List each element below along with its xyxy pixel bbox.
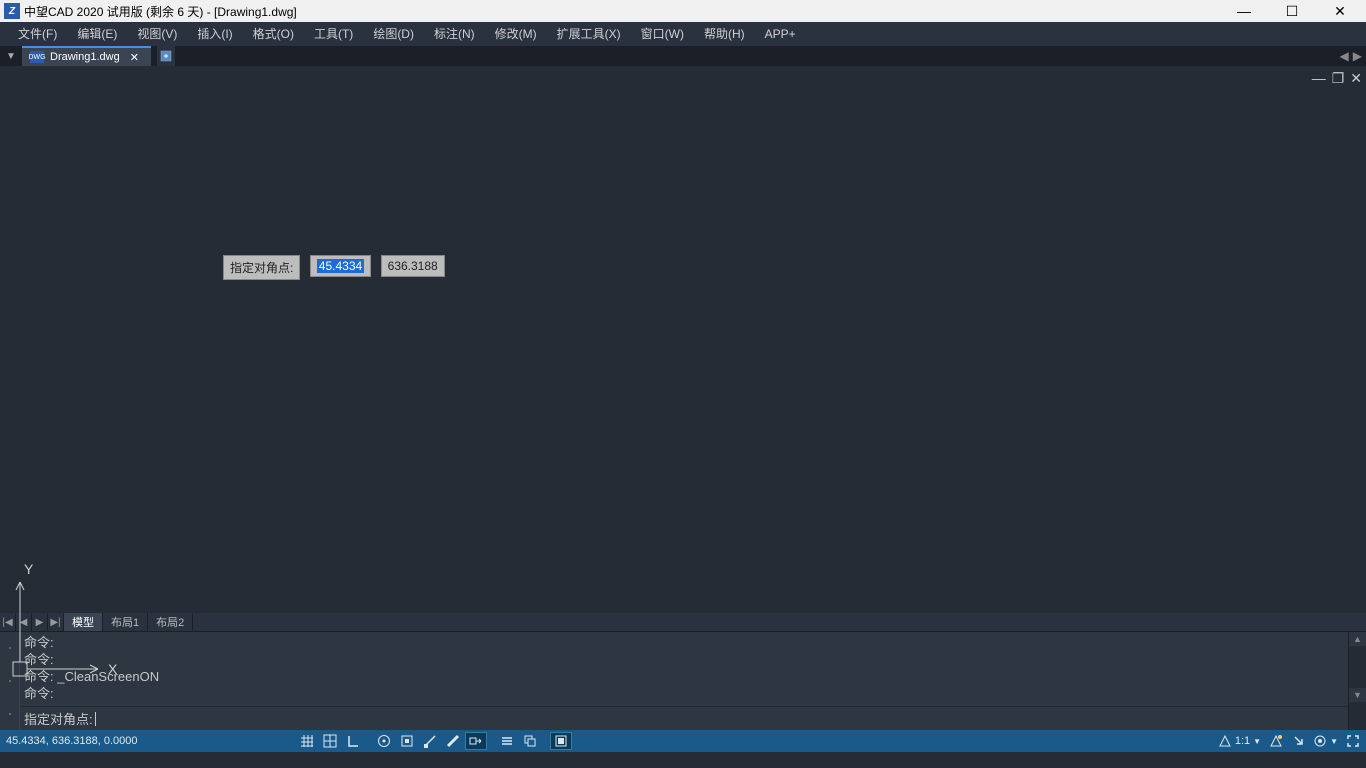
- menubar: 文件(F) 编辑(E) 视图(V) 插入(I) 格式(O) 工具(T) 绘图(D…: [0, 22, 1366, 46]
- annotation-icon: [1218, 734, 1232, 748]
- command-drag-handle[interactable]: [0, 632, 20, 730]
- properties-toggle[interactable]: [496, 732, 518, 750]
- command-scrollbar[interactable]: ▲ ▼: [1348, 632, 1366, 730]
- tab-menu-caret[interactable]: ▼: [0, 46, 22, 66]
- statusbar: 45.4334, 636.3188, 0.0000: [0, 730, 1366, 752]
- layout-nav: |◀ ◀ ▶ ▶|: [0, 613, 64, 631]
- menu-file[interactable]: 文件(F): [8, 22, 67, 46]
- polar-toggle[interactable]: [373, 732, 395, 750]
- fullscreen-icon: [1346, 734, 1360, 748]
- layout-last-button[interactable]: ▶|: [48, 613, 64, 631]
- model-toggle[interactable]: [550, 732, 572, 750]
- dynamic-input-y[interactable]: 636.3188: [381, 255, 445, 277]
- tab-scroll-right-icon[interactable]: ▶: [1353, 49, 1362, 63]
- menu-insert[interactable]: 插入(I): [187, 22, 242, 46]
- snap-toggle[interactable]: [296, 732, 318, 750]
- text-cursor: [95, 712, 96, 726]
- tabbar-right-controls: ◀ ▶: [1340, 46, 1366, 66]
- status-coordinates[interactable]: 45.4334, 636.3188, 0.0000: [6, 735, 186, 747]
- tab-scroll-left-icon[interactable]: ◀: [1340, 49, 1349, 63]
- layout-next-button[interactable]: ▶: [32, 613, 48, 631]
- layout-prev-button[interactable]: ◀: [16, 613, 32, 631]
- menu-view[interactable]: 视图(V): [127, 22, 187, 46]
- clean-screen-toggle[interactable]: [1346, 734, 1360, 748]
- minimize-button[interactable]: —: [1230, 3, 1258, 20]
- document-tab-label: Drawing1.dwg: [50, 51, 120, 63]
- dynamic-input-tooltip: 指定对角点: 45.4334 636.3188: [223, 255, 445, 280]
- mdi-close-button[interactable]: ✕: [1350, 70, 1362, 87]
- close-button[interactable]: ✕: [1326, 3, 1354, 20]
- app-icon: Z: [4, 3, 20, 19]
- menu-draw[interactable]: 绘图(D): [363, 22, 424, 46]
- grid-toggle[interactable]: [319, 732, 341, 750]
- drawing-canvas[interactable]: — ❐ ✕ 指定对角点: 45.4334 636.3188 X Y: [0, 66, 1366, 613]
- gear-icon: [1313, 734, 1327, 748]
- annotation-visibility-toggle[interactable]: [1269, 734, 1283, 748]
- tab-close-button[interactable]: ✕: [126, 51, 143, 64]
- command-history[interactable]: 命令: 命令: 命令: _CleanScreenON 命令:: [20, 632, 1348, 706]
- annotation-autoscale-toggle[interactable]: [1291, 734, 1305, 748]
- otrack-toggle[interactable]: [419, 732, 441, 750]
- layout-tab-layout1[interactable]: 布局1: [103, 613, 148, 631]
- command-area: 命令: 命令: 命令: _CleanScreenON 命令: 指定对角点: ▲ …: [0, 631, 1366, 730]
- mdi-minimize-button[interactable]: —: [1312, 70, 1326, 87]
- new-tab-button[interactable]: [157, 46, 175, 66]
- menu-appplus[interactable]: APP+: [755, 22, 806, 46]
- menu-help[interactable]: 帮助(H): [694, 22, 755, 46]
- lineweight-toggle[interactable]: [442, 732, 464, 750]
- menu-dimension[interactable]: 标注(N): [424, 22, 485, 46]
- chevron-down-icon: ▼: [1253, 737, 1261, 746]
- mdi-window-controls: — ❐ ✕: [1312, 70, 1362, 87]
- layout-first-button[interactable]: |◀: [0, 613, 16, 631]
- menu-window[interactable]: 窗口(W): [631, 22, 694, 46]
- menu-edit[interactable]: 编辑(E): [67, 22, 127, 46]
- scale-label: 1:1: [1235, 735, 1250, 747]
- dyn-input-toggle[interactable]: [465, 732, 487, 750]
- ucs-y-label: Y: [24, 562, 34, 577]
- scroll-up-button[interactable]: ▲: [1349, 632, 1366, 646]
- menu-express[interactable]: 扩展工具(X): [547, 22, 631, 46]
- mdi-restore-button[interactable]: ❐: [1332, 70, 1345, 87]
- layout-tabbar: |◀ ◀ ▶ ▶| 模型 布局1 布局2: [0, 613, 1366, 631]
- dynamic-input-x[interactable]: 45.4334: [310, 255, 371, 277]
- dynamic-input-label: 指定对角点:: [223, 255, 300, 280]
- layout-tab-layout2[interactable]: 布局2: [148, 613, 193, 631]
- menu-modify[interactable]: 修改(M): [485, 22, 547, 46]
- document-tabbar: ▼ DWG Drawing1.dwg ✕ ◀ ▶: [0, 46, 1366, 66]
- scroll-down-button[interactable]: ▼: [1349, 688, 1366, 702]
- menu-tools[interactable]: 工具(T): [304, 22, 363, 46]
- menu-format[interactable]: 格式(O): [243, 22, 304, 46]
- maximize-button[interactable]: ☐: [1278, 3, 1306, 20]
- layout-tab-model[interactable]: 模型: [64, 613, 103, 631]
- status-right-group: 1:1 ▼ ▼: [1218, 734, 1360, 748]
- workspace-switch[interactable]: ▼: [1313, 734, 1338, 748]
- dwg-file-icon: DWG: [30, 51, 44, 63]
- osnap-toggle[interactable]: [396, 732, 418, 750]
- chevron-down-icon: ▼: [1330, 737, 1338, 746]
- command-body: 命令: 命令: 命令: _CleanScreenON 命令: 指定对角点:: [20, 632, 1348, 730]
- document-tab[interactable]: DWG Drawing1.dwg ✕: [22, 46, 151, 66]
- window-controls: — ☐ ✕: [1230, 3, 1354, 20]
- status-toggle-group: [296, 732, 572, 750]
- command-prompt: 指定对角点:: [24, 709, 93, 728]
- layout-tab-spacer: [193, 613, 1366, 631]
- titlebar: Z 中望CAD 2020 试用版 (剩余 6 天) - [Drawing1.dw…: [0, 0, 1366, 22]
- ortho-toggle[interactable]: [342, 732, 364, 750]
- annotation-scale[interactable]: 1:1 ▼: [1218, 734, 1261, 748]
- window-title: 中望CAD 2020 试用版 (剩余 6 天) - [Drawing1.dwg]: [24, 3, 1230, 20]
- command-input[interactable]: 指定对角点:: [20, 706, 1348, 730]
- cycle-toggle[interactable]: [519, 732, 541, 750]
